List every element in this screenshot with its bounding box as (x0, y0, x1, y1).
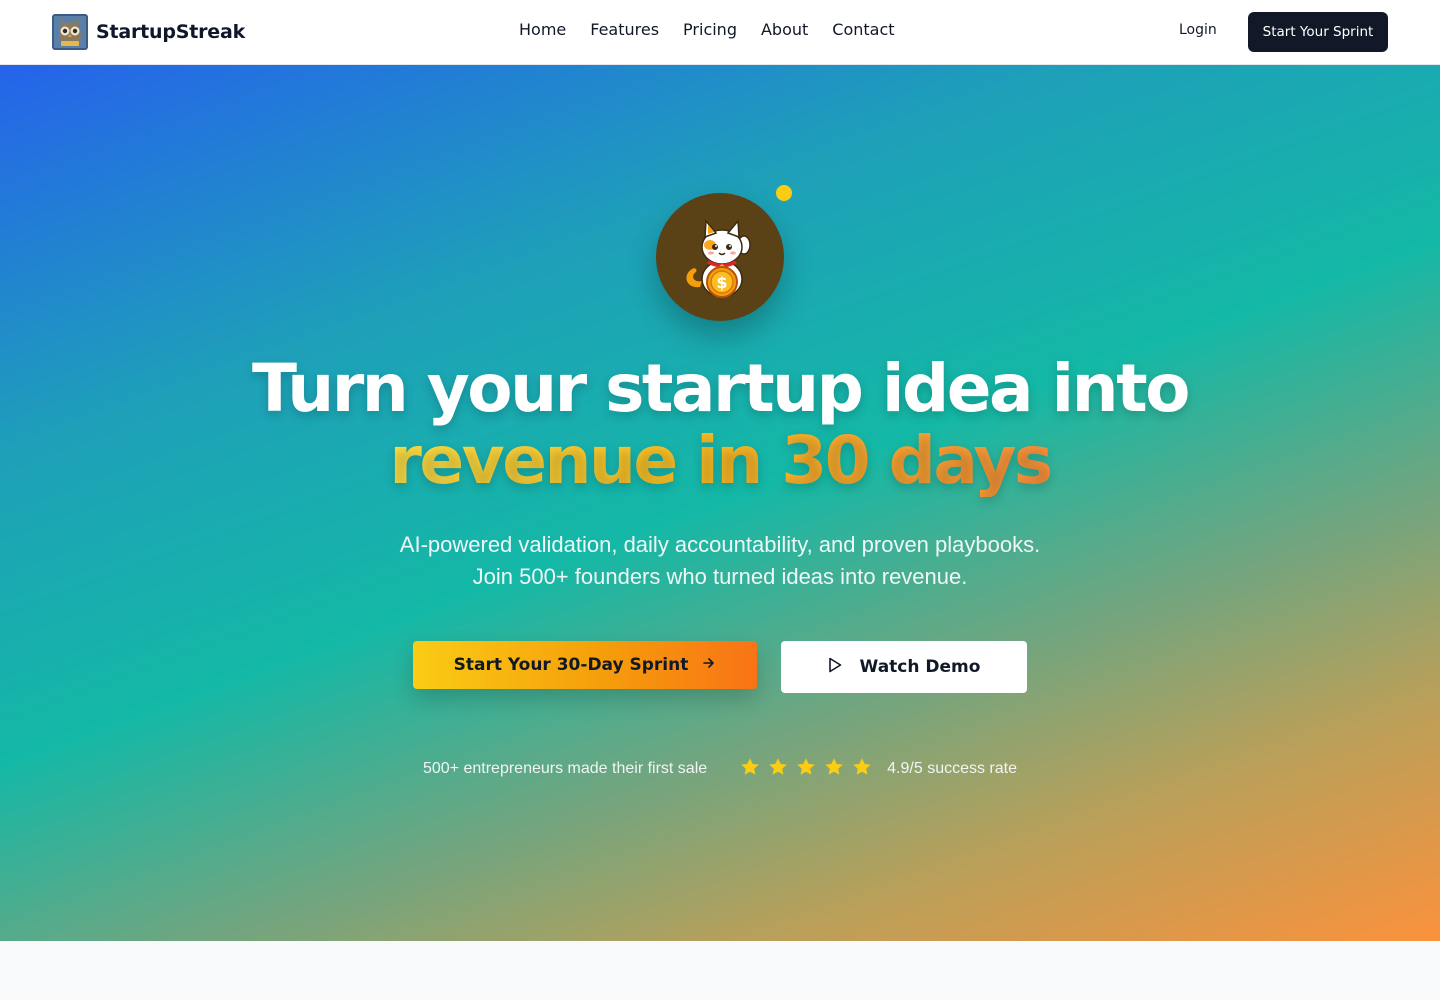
star-icon (823, 756, 845, 783)
primary-cta-label: Start Your 30-Day Sprint (453, 655, 689, 675)
social-proof: 500+ entrepreneurs made their first sale… (0, 757, 1440, 781)
hero-headline: Turn your startup idea into revenue in 3… (0, 353, 1440, 497)
proof-text: 500+ entrepreneurs made their first sale (423, 760, 708, 777)
lucky-cat-icon: $ (656, 193, 784, 321)
brand-name: StartupStreak (96, 21, 246, 43)
start-sprint-button[interactable]: Start Your Sprint (1248, 12, 1388, 52)
owl-logo-icon (52, 14, 88, 50)
start-30-day-sprint-button[interactable]: Start Your 30-Day Sprint (413, 641, 757, 689)
star-icon (739, 756, 761, 783)
notification-dot (776, 185, 792, 201)
nav-home[interactable]: Home (519, 20, 566, 39)
subhead-line-1: AI-powered validation, daily accountabil… (399, 532, 1041, 557)
hero-subheadline: AI-powered validation, daily accountabil… (0, 529, 1440, 593)
star-icon (795, 756, 817, 783)
rating-text: 4.9/5 success rate (887, 760, 1017, 777)
nav-pricing[interactable]: Pricing (683, 20, 737, 39)
secondary-cta-label: Watch Demo (859, 657, 981, 677)
rating-stars (739, 756, 873, 783)
arrow-right-icon (702, 655, 716, 675)
star-icon (851, 756, 873, 783)
nav-about[interactable]: About (761, 20, 808, 39)
hero-section: $ Turn your startup idea into revenue in… (0, 65, 1440, 941)
top-navbar: StartupStreak Home Features Pricing Abou… (0, 0, 1440, 65)
headline-line-1: Turn your startup idea into (252, 350, 1190, 427)
headline-line-2: revenue in 30 days (389, 422, 1053, 499)
watch-demo-button[interactable]: Watch Demo (781, 641, 1027, 693)
play-icon (828, 657, 842, 678)
star-icon (767, 756, 789, 783)
brand[interactable]: StartupStreak (52, 14, 245, 50)
subhead-line-2: Join 500+ founders who turned ideas into… (472, 564, 968, 589)
svg-text:$: $ (716, 273, 727, 292)
nav-contact[interactable]: Contact (832, 20, 894, 39)
mascot: $ (656, 185, 792, 321)
login-link[interactable]: Login (1179, 22, 1217, 38)
next-section (0, 941, 1440, 1000)
nav-features[interactable]: Features (590, 20, 659, 39)
main-nav: Home Features Pricing About Contact (519, 20, 895, 39)
